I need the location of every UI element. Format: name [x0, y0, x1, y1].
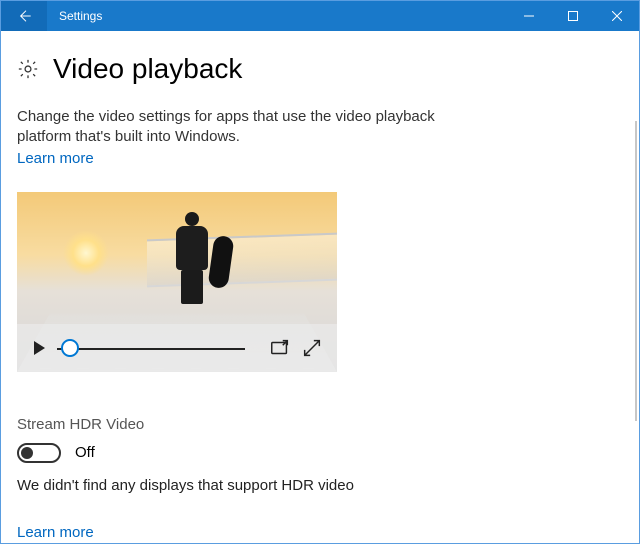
maximize-button[interactable] [551, 1, 595, 31]
close-icon [612, 11, 622, 21]
page-description: Change the video settings for apps that … [17, 107, 437, 148]
titlebar-spacer [102, 1, 507, 31]
hdr-status-message: We didn't find any displays that support… [17, 477, 623, 494]
hdr-toggle-row: Off [17, 443, 623, 463]
learn-more-link[interactable]: Learn more [17, 150, 94, 167]
hdr-toggle-state: Off [75, 444, 95, 461]
minimize-icon [524, 11, 534, 21]
hdr-toggle[interactable] [17, 443, 61, 463]
page-heading-text: Video playback [53, 53, 242, 85]
video-preview [17, 192, 337, 372]
hdr-learn-more-link[interactable]: Learn more [17, 524, 94, 541]
page-title: Video playback [17, 53, 623, 85]
seek-thumb[interactable] [61, 339, 79, 357]
pip-button[interactable] [269, 337, 291, 359]
toggle-knob [21, 447, 33, 459]
back-button[interactable] [1, 1, 47, 31]
hdr-section-label: Stream HDR Video [17, 416, 623, 433]
scrollbar[interactable] [635, 121, 637, 421]
seek-bar[interactable] [57, 337, 245, 359]
preview-person [167, 212, 217, 307]
preview-sun [63, 230, 109, 276]
seek-track [57, 348, 245, 350]
video-controls [17, 324, 337, 372]
settings-window: Settings Video playback Change the video… [0, 0, 640, 544]
minimize-button[interactable] [507, 1, 551, 31]
scroll-region[interactable]: Video playback Change the video settings… [1, 31, 639, 543]
fullscreen-button[interactable] [301, 337, 323, 359]
titlebar: Settings [1, 1, 639, 31]
close-button[interactable] [595, 1, 639, 31]
window-title: Settings [47, 1, 102, 31]
content-area: Video playback Change the video settings… [1, 31, 639, 543]
arrow-left-icon [16, 8, 32, 24]
gear-icon [17, 58, 39, 80]
maximize-icon [568, 11, 578, 21]
play-button[interactable] [31, 340, 47, 356]
